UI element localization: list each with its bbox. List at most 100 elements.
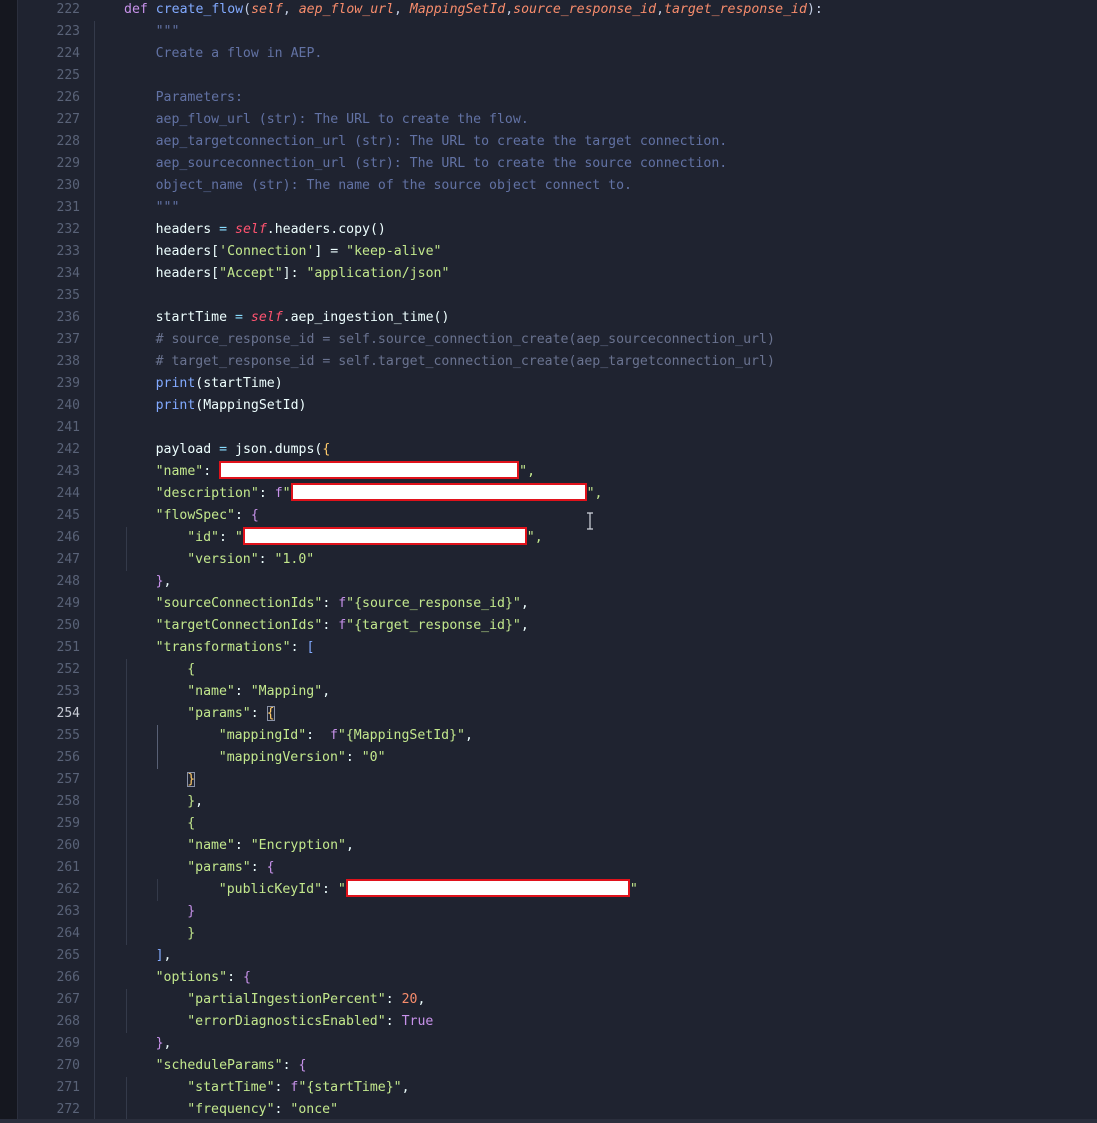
code-line[interactable]: 229 aep_sourceconnection_url (str): The U… bbox=[57, 153, 1097, 175]
code-line[interactable]: 222 def create_flow(self, aep_flow_url, M… bbox=[57, 0, 1097, 21]
code-line[interactable]: 266 "options": { bbox=[57, 967, 1097, 989]
code-token: "once" bbox=[290, 1102, 339, 1117]
code-line[interactable]: 264} bbox=[57, 923, 1097, 945]
code-line[interactable]: 271 "startTime": f"{startTime}", bbox=[57, 1077, 1097, 1099]
line-number: 232 bbox=[56, 222, 80, 237]
code-line[interactable]: 255 "mappingId": f"{MappingSetId}", bbox=[57, 725, 1097, 747]
code-line[interactable]: 228 aep_targetconnection_url (str): The U… bbox=[57, 131, 1097, 153]
code-token: "mappingVersion" bbox=[218, 750, 346, 765]
code-line[interactable]: 262 "publicKeyId": " " bbox=[57, 878, 1097, 901]
indent-guide bbox=[125, 1077, 127, 1099]
indent-guide bbox=[125, 527, 127, 549]
code-token: : bbox=[306, 728, 330, 743]
code-text: "params": { bbox=[187, 703, 275, 725]
code-line[interactable]: 253 "name": "Mapping", bbox=[57, 681, 1097, 703]
code-line[interactable]: 260 "name": "Encryption", bbox=[57, 835, 1097, 857]
code-line[interactable]: 252 { bbox=[57, 659, 1097, 681]
indent-guide bbox=[94, 373, 95, 395]
code-text: "version": "1.0" bbox=[187, 549, 314, 571]
code-line[interactable]: 238 # target_response_id = self.target_co… bbox=[57, 351, 1097, 373]
code-line[interactable]: 244 "description": f" ", bbox=[57, 482, 1097, 505]
code-line[interactable]: 236 startTime = self.aep_ingestion_time() bbox=[57, 307, 1097, 329]
line-number: 264 bbox=[56, 926, 80, 941]
code-line[interactable]: 257} bbox=[57, 769, 1097, 791]
code-line[interactable]: 239 print(startTime) bbox=[57, 373, 1097, 395]
indent-guide bbox=[94, 285, 95, 307]
code-line[interactable]: 233 headers['Connection'] = "keep-alive" bbox=[57, 241, 1097, 263]
code-line[interactable]: 249 "sourceConnectionIds": f"{source_resp… bbox=[57, 593, 1097, 615]
code-line[interactable]: 254 "params": { bbox=[57, 703, 1097, 725]
code-line[interactable]: 250 "targetConnectionIds": f"{target_resp… bbox=[57, 615, 1097, 637]
code-token: print bbox=[155, 376, 196, 391]
code-token: : bbox=[258, 552, 275, 567]
code-line[interactable]: 263} bbox=[57, 901, 1097, 923]
code-line[interactable]: 256 "mappingVersion": "0" bbox=[57, 747, 1097, 769]
code-line[interactable]: 241 bbox=[57, 417, 1097, 439]
code-line[interactable]: 242 payload = json.dumps({ bbox=[57, 439, 1097, 461]
code-token: : bbox=[290, 640, 307, 655]
code-text: """ bbox=[156, 21, 180, 43]
line-number: 240 bbox=[56, 398, 80, 413]
indent-guide bbox=[94, 681, 95, 703]
code-line[interactable]: 235 bbox=[57, 285, 1097, 307]
code-token: : bbox=[227, 970, 243, 985]
text-cursor-icon bbox=[587, 512, 593, 530]
code-line[interactable]: 223 """ bbox=[57, 21, 1097, 43]
indent-guide bbox=[125, 835, 127, 857]
code-line[interactable]: 269}, bbox=[57, 1033, 1097, 1055]
code-token: "transformations" bbox=[155, 640, 291, 655]
code-token: , bbox=[401, 1080, 410, 1095]
code-area[interactable]: 222 def create_flow(self, aep_flow_url, M… bbox=[57, 0, 1097, 1123]
code-line[interactable]: 226 Parameters: bbox=[57, 87, 1097, 109]
line-number: 260 bbox=[56, 838, 80, 853]
indent-guide bbox=[94, 197, 95, 219]
line-number: 236 bbox=[56, 310, 80, 325]
code-line[interactable]: 232 headers = self.headers.copy() bbox=[57, 219, 1097, 241]
code-token: "keep-alive" bbox=[346, 244, 442, 259]
code-line[interactable]: 245 "flowSpec": { bbox=[57, 505, 1097, 527]
code-line[interactable]: 272 "frequency": "once" bbox=[57, 1099, 1097, 1121]
code-editor[interactable]: 222 def create_flow(self, aep_flow_url, M… bbox=[0, 0, 1097, 1123]
code-text: headers = self.headers.copy() bbox=[156, 219, 386, 241]
code-token: " bbox=[337, 882, 346, 897]
code-line[interactable]: 227 aep_flow_url (str): The URL to create… bbox=[57, 109, 1097, 131]
code-line[interactable]: 243 "name": ", bbox=[57, 460, 1097, 483]
code-line[interactable]: 259 { bbox=[57, 813, 1097, 835]
code-token: headers[ bbox=[155, 266, 220, 281]
code-text: print(startTime) bbox=[156, 373, 283, 395]
code-line[interactable]: 240 print(MappingSetId) bbox=[57, 395, 1097, 417]
code-text: def create_flow(self, aep_flow_url, Mapp… bbox=[124, 0, 823, 21]
horizontal-scrollbar[interactable] bbox=[0, 1119, 1097, 1123]
code-text: "options": { bbox=[156, 967, 251, 989]
line-number: 251 bbox=[56, 640, 80, 655]
code-line[interactable]: 231 """ bbox=[57, 197, 1097, 219]
code-line[interactable]: 225 bbox=[57, 65, 1097, 87]
line-number: 262 bbox=[56, 882, 80, 897]
code-token: , bbox=[195, 794, 204, 809]
code-line[interactable]: 247 "version": "1.0" bbox=[57, 549, 1097, 571]
code-line[interactable]: 258}, bbox=[57, 791, 1097, 813]
code-line[interactable]: 251 "transformations": [ bbox=[57, 637, 1097, 659]
code-line[interactable]: 224 Create a flow in AEP. bbox=[57, 43, 1097, 65]
code-line[interactable]: 267 "partialIngestionPercent": 20, bbox=[57, 989, 1097, 1011]
code-token: : bbox=[203, 464, 220, 479]
indent-guide bbox=[125, 791, 127, 813]
matched-bracket: } bbox=[187, 772, 196, 787]
code-line[interactable]: 261 "params": { bbox=[57, 857, 1097, 879]
line-number: 239 bbox=[56, 376, 80, 391]
code-line[interactable]: 248}, bbox=[57, 571, 1097, 593]
code-token: : bbox=[234, 684, 251, 699]
code-text: "name": "Encryption", bbox=[187, 835, 354, 857]
line-number: 249 bbox=[56, 596, 80, 611]
code-token: "params" bbox=[187, 860, 251, 875]
code-line[interactable]: 270 "scheduleParams": { bbox=[57, 1055, 1097, 1077]
code-line[interactable]: 230 object_name (str): The name of the so… bbox=[57, 175, 1097, 197]
code-line[interactable]: 268 "errorDiagnosticsEnabled": True bbox=[57, 1011, 1097, 1033]
code-token: create_flow bbox=[155, 2, 244, 17]
code-line[interactable]: 246 "id": " ", bbox=[57, 526, 1097, 549]
code-line[interactable]: 265], bbox=[57, 945, 1097, 967]
code-line[interactable]: 234 headers["Accept"]: "application/json" bbox=[57, 263, 1097, 285]
code-line[interactable]: 237 # source_response_id = self.source_co… bbox=[57, 329, 1097, 351]
redaction-box bbox=[290, 482, 587, 501]
code-text: "scheduleParams": { bbox=[156, 1055, 307, 1077]
